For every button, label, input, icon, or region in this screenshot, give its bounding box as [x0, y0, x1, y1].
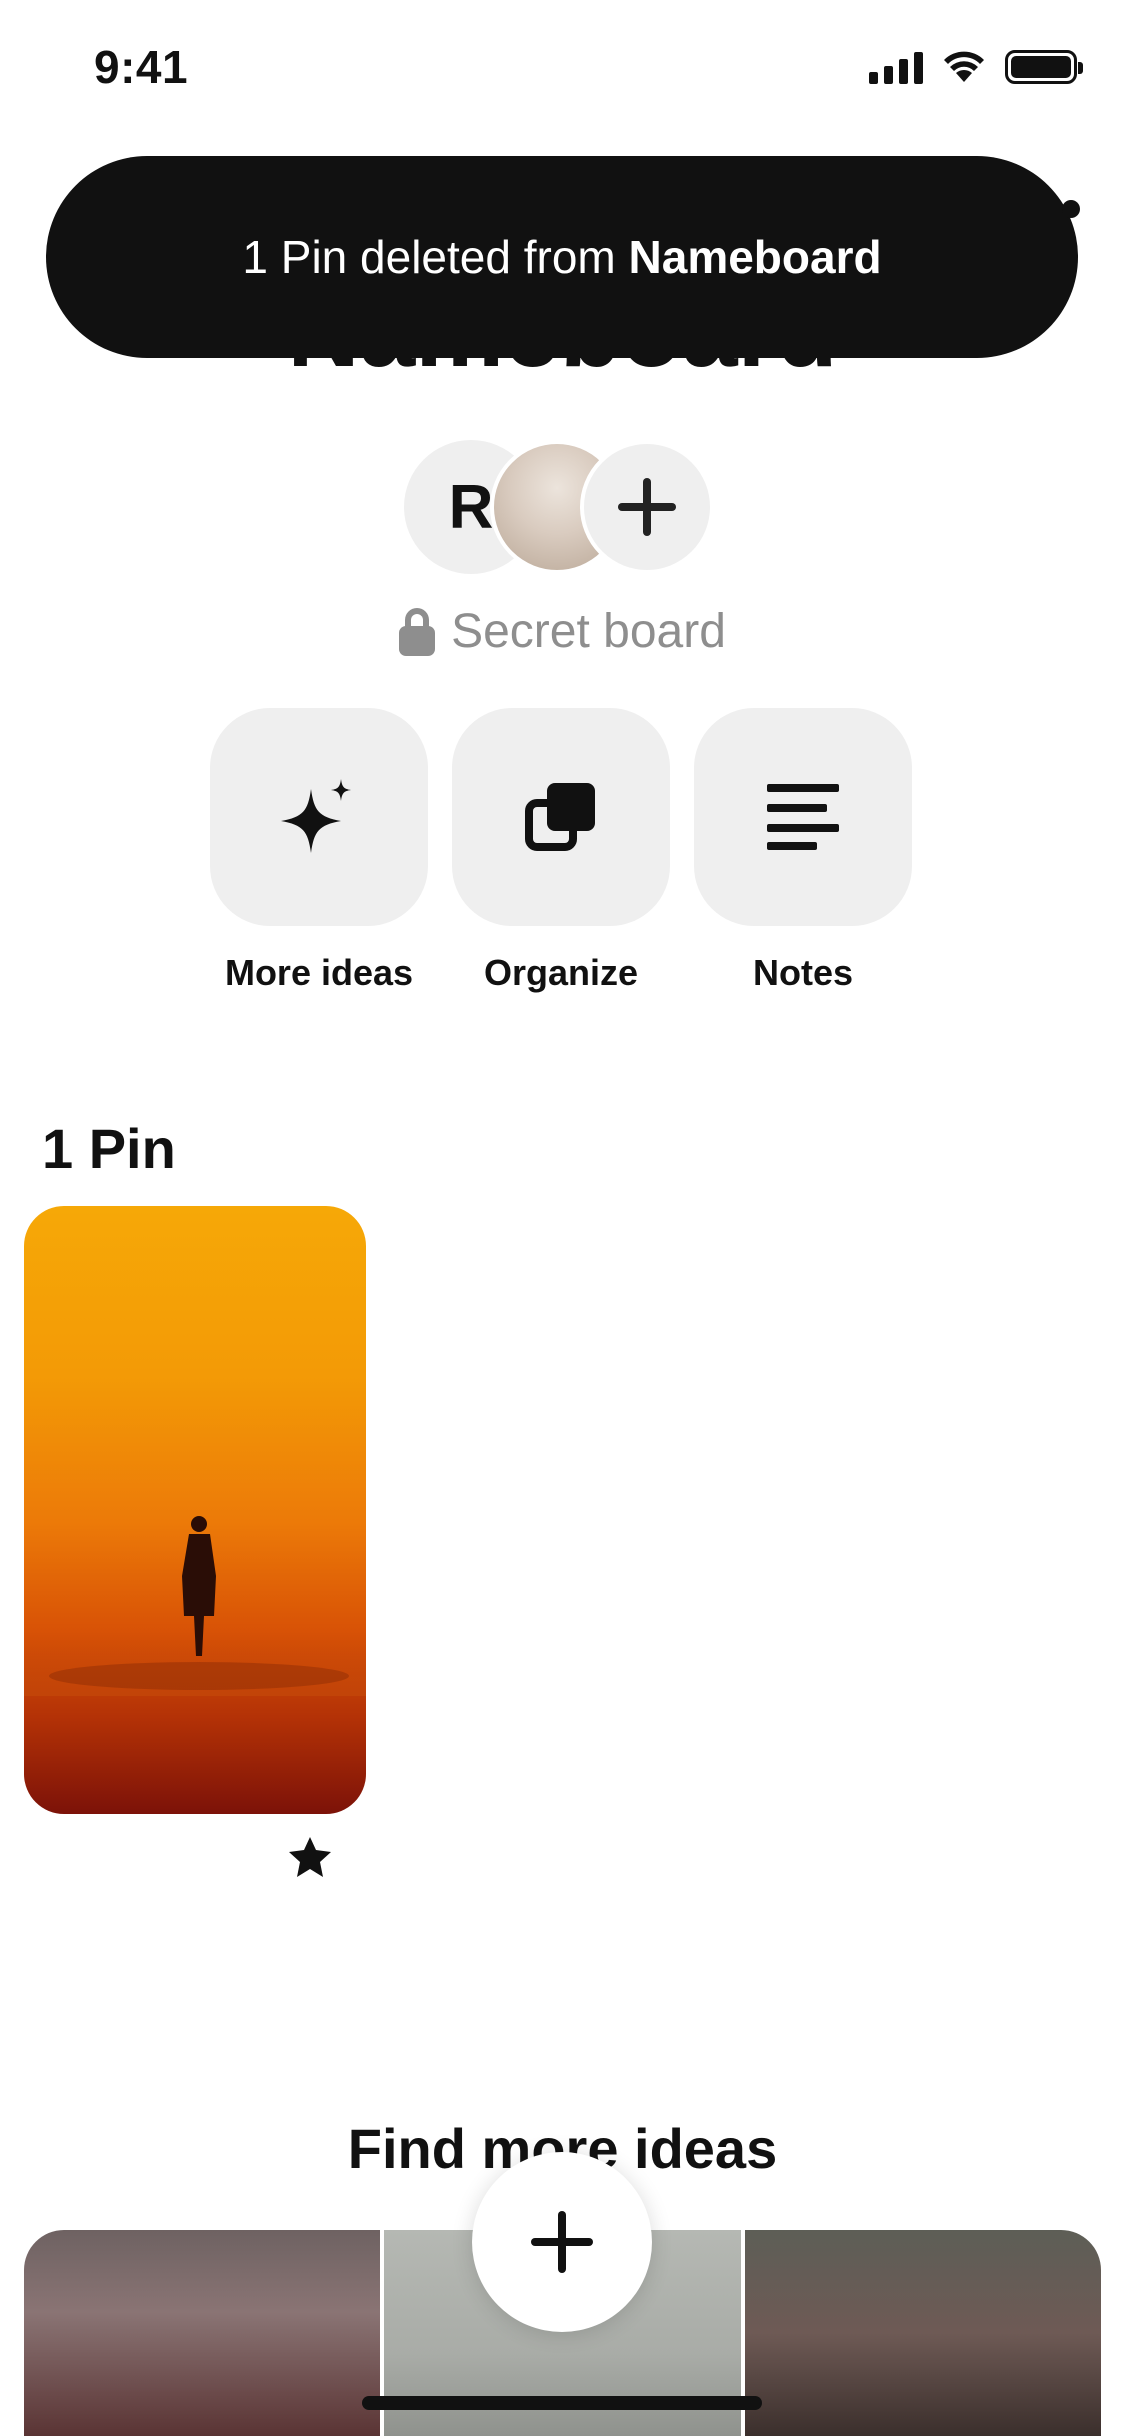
add-collaborator-button[interactable] — [580, 440, 714, 574]
cellular-signal-icon — [869, 50, 923, 84]
idea-thumbnail[interactable] — [744, 2230, 1101, 2436]
avatar-initial: R — [448, 472, 494, 542]
board-actions: More ideas Organize Notes — [210, 708, 912, 994]
organize-button[interactable] — [452, 708, 670, 926]
pin-image-figure — [49, 1516, 349, 1690]
add-button[interactable] — [472, 2152, 652, 2332]
more-ideas-button[interactable] — [210, 708, 428, 926]
collaborators: R — [404, 440, 724, 574]
status-time: 9:41 — [94, 41, 189, 93]
home-indicator — [362, 2396, 762, 2410]
privacy-text: Secret board — [451, 605, 726, 658]
notes-button[interactable] — [694, 708, 912, 926]
plus-icon — [618, 478, 676, 536]
overflow-dot — [1062, 200, 1080, 218]
toast-message: 1 Pin deleted from Nameboard — [242, 231, 882, 283]
organize-label: Organize — [483, 952, 639, 993]
status-bar: 9:41 — [0, 0, 1125, 140]
organize-icon — [525, 783, 595, 851]
organize-action[interactable]: Organize — [452, 708, 670, 994]
lock-icon — [399, 607, 436, 656]
idea-thumbnail[interactable] — [24, 2230, 381, 2436]
notes-icon — [767, 784, 839, 850]
more-ideas-action[interactable]: More ideas — [210, 708, 428, 994]
pin-card[interactable] — [24, 1206, 366, 1814]
privacy-label: Secret board — [0, 604, 1125, 659]
notes-action[interactable]: Notes — [694, 708, 912, 994]
status-icons — [869, 50, 1083, 84]
notes-label: Notes — [752, 952, 854, 993]
plus-icon — [531, 2211, 593, 2273]
toast-notification[interactable]: 1 Pin deleted from Nameboard — [46, 156, 1078, 358]
favorite-star-icon[interactable] — [288, 1836, 332, 1878]
battery-icon — [1005, 50, 1083, 84]
toast-board-name: Nameboard — [628, 231, 882, 283]
sparkle-icon — [281, 779, 351, 853]
wifi-icon — [944, 51, 984, 82]
more-ideas-label: More ideas — [224, 952, 414, 993]
pin-count: 1 Pin — [42, 1117, 176, 1180]
